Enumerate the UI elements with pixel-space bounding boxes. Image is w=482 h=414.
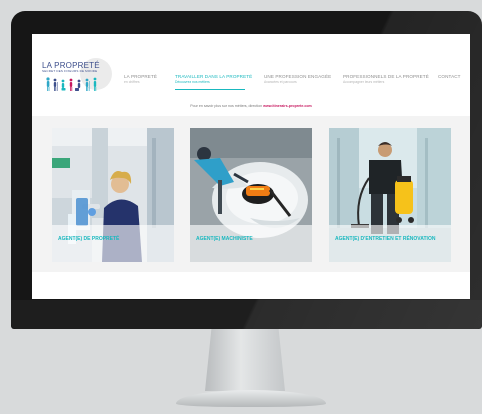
- logo-subtitle: SECRET DES FIXEURS DE MONDE: [42, 69, 98, 73]
- card-agent-machiniste[interactable]: AGENT(E) MACHINISTE: [190, 128, 312, 262]
- nav-label: LA PROPRETÉ: [124, 74, 158, 79]
- monitor-chin: [11, 300, 482, 329]
- card-agent-entretien[interactable]: AGENT(E) D'ENTRETIEN ET RÉNOVATION: [329, 128, 451, 262]
- card-caption: AGENT(E) MACHINISTE: [190, 225, 312, 262]
- site-header: LA PROPRETÉ SECRET DES FIXEURS DE MONDE: [32, 34, 470, 96]
- info-link[interactable]: www.itinerairs-proprete.com: [263, 104, 312, 108]
- nav-label: CONTACT: [438, 74, 461, 79]
- card-title: AGENT(E) D'ENTRETIEN ET RÉNOVATION: [335, 236, 436, 242]
- card-caption: AGENT(E) D'ENTRETIEN ET RÉNOVATION: [329, 225, 451, 262]
- info-bar: Pour en savoir plus sur nos métiers, dir…: [32, 104, 470, 108]
- nav-item-profession[interactable]: UNE PROFESSION ENGAGÉE Avancées et parco…: [264, 74, 331, 84]
- card-caption: AGENT(E) DE PROPRETÉ: [52, 225, 174, 262]
- nav-label: UNE PROFESSION ENGAGÉE: [264, 74, 332, 79]
- monitor-base: [176, 390, 326, 407]
- card-title: AGENT(E) MACHINISTE: [196, 236, 253, 242]
- website-screen: LA PROPRETÉ SECRET DES FIXEURS DE MONDE: [32, 34, 470, 299]
- cleaners-figures-icon: [46, 77, 97, 91]
- nav-item-professionnels[interactable]: PROFESSIONNELS DE LA PROPRETÉ Accompagne…: [343, 74, 429, 84]
- nav-sublabel: Découvrez nos métiers: [175, 80, 210, 84]
- nav-sublabel: en chiffres: [124, 80, 140, 84]
- nav-label: PROFESSIONNELS DE LA PROPRETÉ: [343, 74, 429, 79]
- nav-sublabel: Accompagner leurs métiers: [343, 80, 385, 84]
- card-title: AGENT(E) DE PROPRETÉ: [58, 236, 120, 242]
- nav-sublabel: Avancées et parcours: [264, 80, 297, 84]
- nav-item-la-proprete[interactable]: LA PROPRETÉ en chiffres: [124, 74, 157, 84]
- site-logo[interactable]: LA PROPRETÉ SECRET DES FIXEURS DE MONDE: [42, 56, 122, 92]
- nav-item-contact[interactable]: CONTACT: [438, 74, 461, 79]
- nav-label: TRAVAILLER DANS LA PROPRETÉ: [175, 74, 253, 79]
- info-text: Pour en savoir plus sur nos métiers, dir…: [190, 104, 263, 108]
- nav-item-travailler[interactable]: TRAVAILLER DANS LA PROPRETÉ Découvrez no…: [175, 74, 253, 90]
- monitor-stand: [205, 329, 285, 391]
- active-underline: [175, 89, 245, 90]
- card-agent-proprete[interactable]: AGENT(E) DE PROPRETÉ: [52, 128, 174, 262]
